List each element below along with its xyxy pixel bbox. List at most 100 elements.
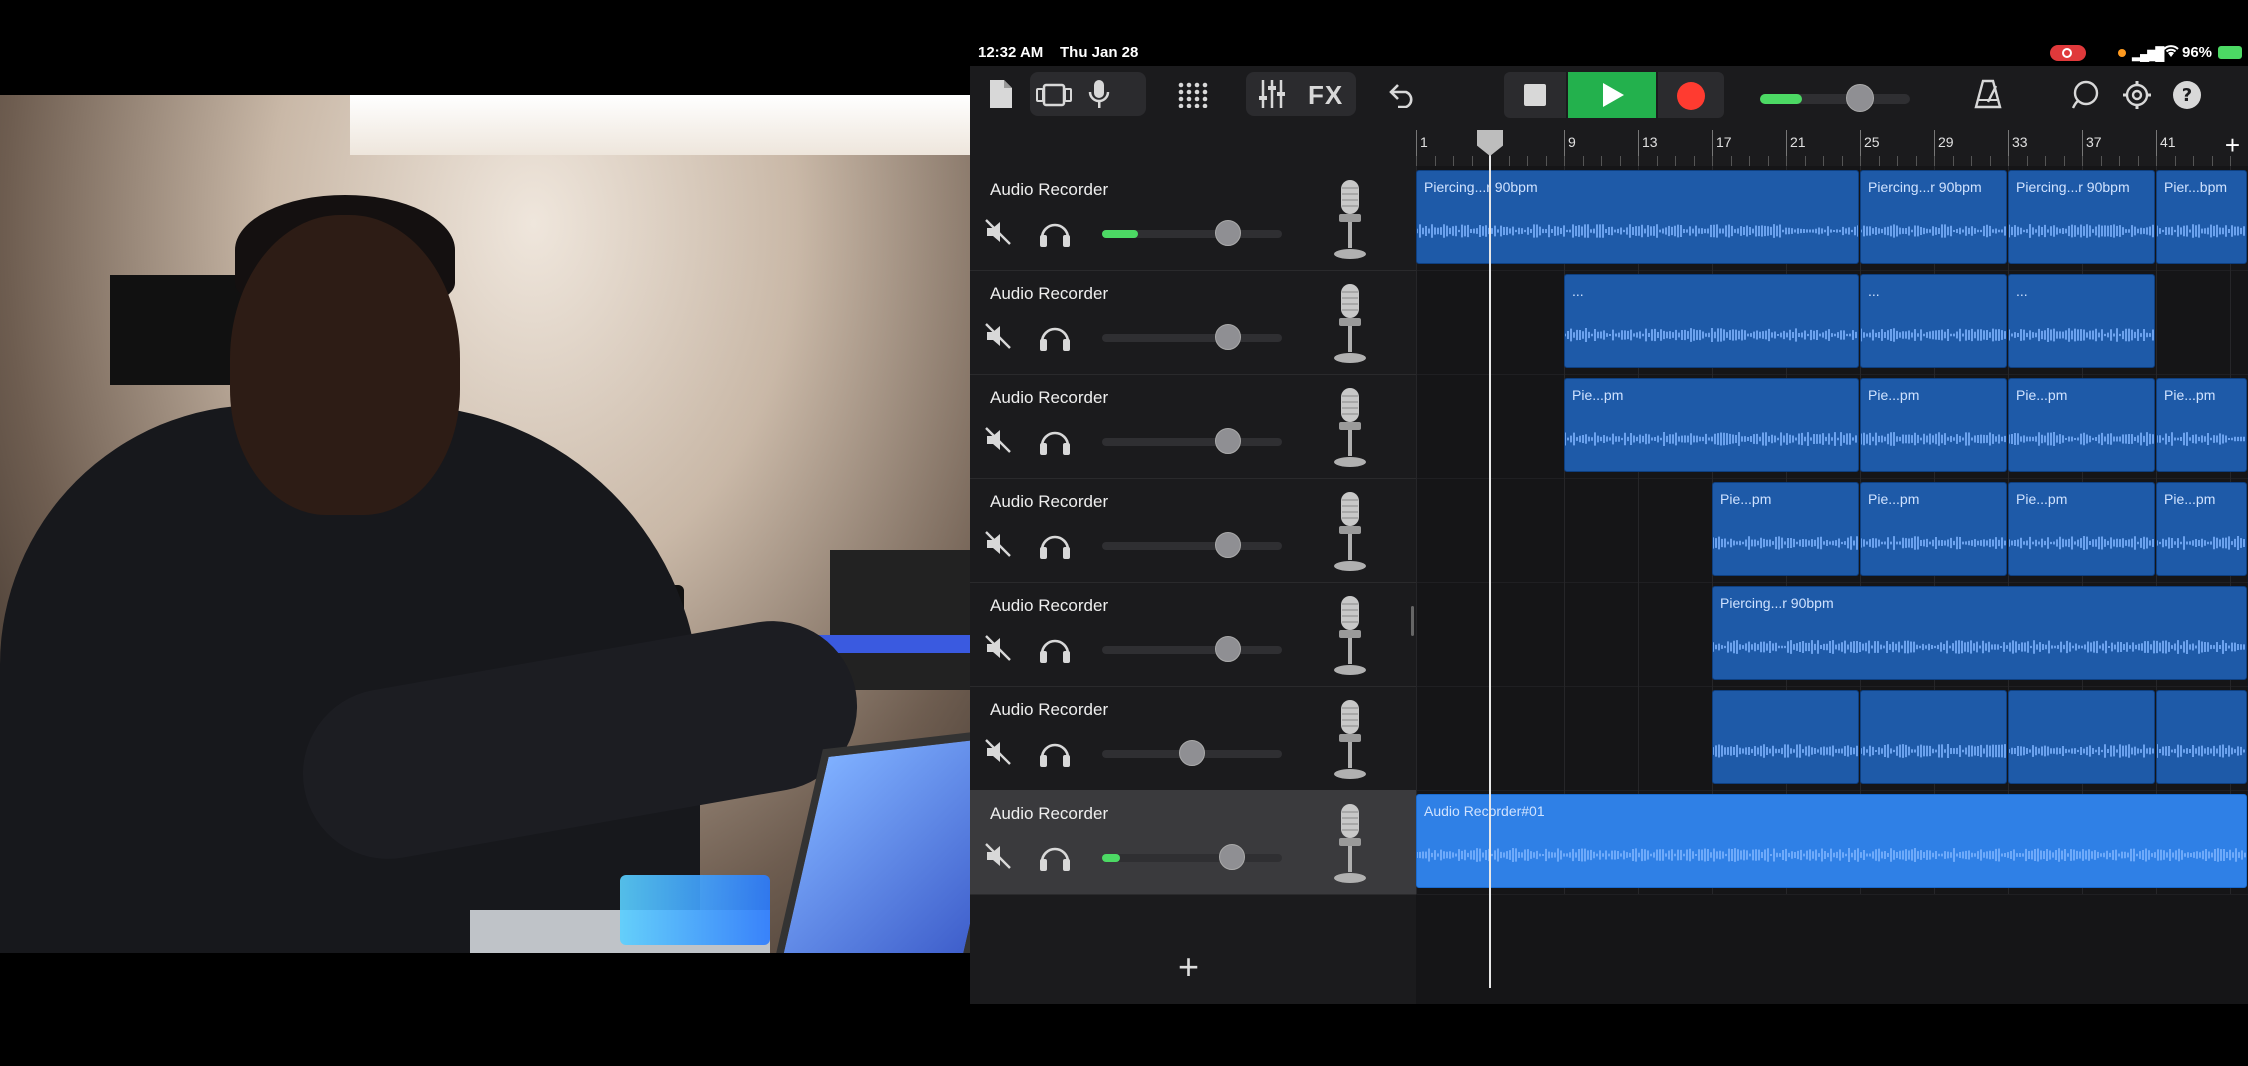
track-volume-knob[interactable] (1215, 324, 1241, 350)
ruler-sub-tick (1693, 156, 1695, 166)
audio-recorder-microphone-icon[interactable] (1330, 594, 1370, 678)
playhead-line[interactable] (1489, 130, 1491, 988)
track-volume-knob[interactable] (1215, 636, 1241, 662)
mute-icon[interactable] (984, 426, 1012, 454)
track-lane[interactable]: Piercing...r 90bpm Piercing...r 90bpm Pier… (1416, 166, 2248, 271)
ruler-sub-tick (1841, 156, 1843, 166)
track-volume-slider[interactable] (1102, 844, 1282, 870)
solo-headphones-icon[interactable] (1038, 218, 1072, 248)
mute-icon[interactable] (984, 218, 1012, 246)
track-lane[interactable] (1416, 686, 2248, 791)
screen-recording-icon[interactable] (2050, 45, 2086, 61)
audio-region[interactable]: Piercing...r 90bpm (2008, 170, 2155, 264)
add-section-button[interactable]: + (2225, 130, 2240, 161)
track-volume-knob[interactable] (1215, 220, 1241, 246)
mute-icon[interactable] (984, 738, 1012, 766)
audio-region[interactable]: ... (1860, 274, 2007, 368)
ruler-sub-tick (1989, 156, 1991, 166)
audio-region[interactable] (1712, 690, 1859, 784)
audio-region[interactable]: Pie...pm (1564, 378, 1859, 472)
solo-headphones-icon[interactable] (1038, 842, 1072, 872)
metronome-icon[interactable] (1974, 78, 2002, 110)
settings-gear-icon[interactable] (2122, 80, 2152, 110)
track-volume-knob[interactable] (1179, 740, 1205, 766)
audio-region[interactable]: Piercing...r 90bpm (1416, 170, 1859, 264)
stop-button[interactable] (1504, 72, 1566, 118)
loop-browser-icon[interactable] (2070, 80, 2100, 110)
solo-headphones-icon[interactable] (1038, 530, 1072, 560)
audio-region[interactable] (1860, 690, 2007, 784)
track-name: Audio Recorder (990, 284, 1109, 303)
audio-region[interactable]: ... (2008, 274, 2155, 368)
audio-region[interactable]: Piercing...r 90bpm (1712, 586, 2247, 680)
mute-icon[interactable] (984, 842, 1012, 870)
solo-headphones-icon[interactable] (1038, 322, 1072, 352)
audio-region[interactable]: Pie...pm (2156, 378, 2247, 472)
track-volume-knob[interactable] (1218, 844, 1245, 870)
track-header[interactable]: Audio Recorder (970, 582, 1416, 687)
keyboard-grid-icon[interactable] (1178, 82, 1208, 108)
track-header[interactable]: Audio Recorder (970, 166, 1416, 271)
track-volume-slider[interactable] (1102, 428, 1282, 454)
track-volume-slider[interactable] (1102, 636, 1282, 662)
audio-region[interactable]: Piercing...r 90bpm (1860, 170, 2007, 264)
audio-region[interactable]: ... (1564, 274, 1859, 368)
solo-headphones-icon[interactable] (1038, 738, 1072, 768)
track-volume-slider[interactable] (1102, 532, 1282, 558)
microphone-icon[interactable] (1088, 78, 1110, 110)
track-header[interactable]: Audio Recorder (970, 270, 1416, 375)
audio-recorder-microphone-icon[interactable] (1330, 698, 1370, 782)
track-lane[interactable]: Pie...pm Pie...pm Pie...pm Pie...pm (1416, 374, 2248, 479)
solo-headphones-icon[interactable] (1038, 634, 1072, 664)
mute-icon[interactable] (984, 530, 1012, 558)
tracks-view-icon[interactable] (1036, 82, 1072, 108)
lane-grid-line (1638, 686, 1639, 790)
track-header[interactable]: Audio Recorder (970, 374, 1416, 479)
timeline-ruler[interactable]: 1591317212529333741+ (1416, 130, 2248, 167)
fx-button[interactable]: FX (1308, 80, 1343, 111)
audio-region[interactable]: Pie...pm (2156, 482, 2247, 576)
track-header[interactable]: Audio Recorder (970, 790, 1416, 895)
help-icon[interactable]: ? (2172, 80, 2202, 110)
audio-region[interactable]: Pie...pm (1712, 482, 1859, 576)
undo-icon[interactable] (1388, 82, 1418, 108)
track-volume-slider[interactable] (1102, 220, 1282, 246)
audio-region[interactable]: Pier...bpm (2156, 170, 2247, 264)
track-lane[interactable]: ......... (1416, 270, 2248, 375)
audio-region[interactable] (2008, 690, 2155, 784)
track-volume-knob[interactable] (1215, 532, 1241, 558)
audio-recorder-microphone-icon[interactable] (1330, 178, 1370, 262)
panel-resize-handle[interactable] (1411, 606, 1414, 636)
audio-region[interactable]: Pie...pm (2008, 482, 2155, 576)
master-volume-knob[interactable] (1846, 84, 1874, 112)
track-lane[interactable]: Piercing...r 90bpm (1416, 582, 2248, 687)
tracks-area[interactable]: Piercing...r 90bpm Piercing...r 90bpm Pier… (1416, 166, 2248, 1004)
track-volume-slider[interactable] (1102, 740, 1282, 766)
track-lane[interactable]: Audio Recorder#01 (1416, 790, 2248, 895)
audio-region[interactable]: Pie...pm (1860, 482, 2007, 576)
my-songs-icon[interactable] (988, 78, 1014, 110)
region-label: ... (2016, 283, 2028, 299)
solo-headphones-icon[interactable] (1038, 426, 1072, 456)
ruler-sub-tick (1582, 156, 1584, 166)
audio-recorder-microphone-icon[interactable] (1330, 282, 1370, 366)
audio-recorder-microphone-icon[interactable] (1330, 386, 1370, 470)
track-volume-slider[interactable] (1102, 324, 1282, 350)
track-header[interactable]: Audio Recorder (970, 478, 1416, 583)
audio-region[interactable] (2156, 690, 2247, 784)
audio-region[interactable]: Pie...pm (2008, 378, 2155, 472)
mute-icon[interactable] (984, 634, 1012, 662)
track-volume-knob[interactable] (1215, 428, 1241, 454)
mixer-sliders-icon[interactable] (1258, 78, 1286, 110)
audio-recorder-microphone-icon[interactable] (1330, 490, 1370, 574)
audio-region[interactable]: Pie...pm (1860, 378, 2007, 472)
add-track-button[interactable]: + (1178, 946, 1199, 988)
track-header[interactable]: Audio Recorder (970, 686, 1416, 791)
track-lane[interactable]: Pie...pm Pie...pm Pie...pm Pie...pm (1416, 478, 2248, 583)
play-button[interactable] (1568, 72, 1656, 118)
record-button[interactable] (1658, 72, 1724, 118)
mute-icon[interactable] (984, 322, 1012, 350)
audio-region[interactable]: Audio Recorder#01 (1416, 794, 2247, 888)
master-volume-slider[interactable] (1760, 84, 1910, 112)
audio-recorder-microphone-icon[interactable] (1330, 802, 1370, 886)
